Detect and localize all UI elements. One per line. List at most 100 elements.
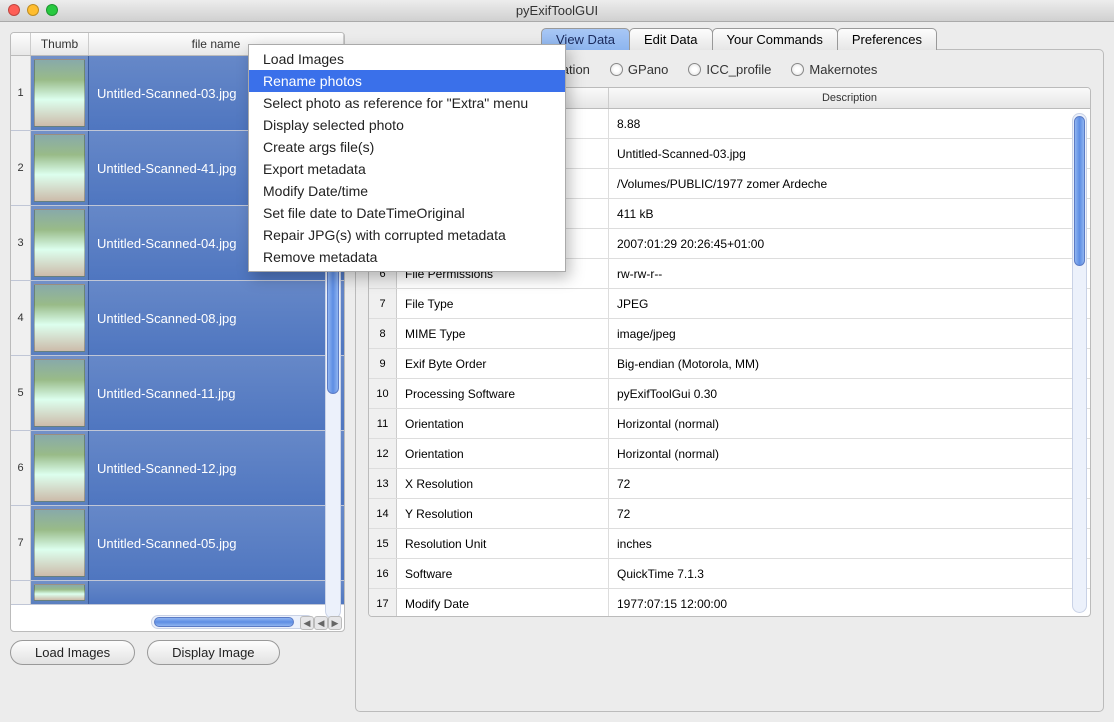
file-row[interactable]: 6 Untitled-Scanned-12.jpg <box>11 431 344 506</box>
load-images-button[interactable]: Load Images <box>10 640 135 665</box>
thumbnail-image <box>34 59 85 127</box>
data-row-param[interactable]: Software <box>397 559 609 588</box>
file-header-thumb[interactable]: Thumb <box>31 33 89 55</box>
data-row[interactable]: 8MIME Typeimage/jpeg <box>369 319 1090 349</box>
menu-item-rename-photos[interactable]: Rename photos <box>249 70 565 92</box>
thumbnail-image <box>34 209 85 277</box>
data-row-desc[interactable]: 8.88 <box>609 109 1090 138</box>
file-row[interactable]: 5 Untitled-Scanned-11.jpg <box>11 356 344 431</box>
data-row-desc[interactable]: image/jpeg <box>609 319 1090 348</box>
menu-item-modify-date-time[interactable]: Modify Date/time <box>249 180 565 202</box>
file-header-index <box>11 33 31 55</box>
data-row-param[interactable]: Modify Date <box>397 589 609 617</box>
file-row-index: 5 <box>11 356 31 430</box>
data-row[interactable]: 15Resolution Unitinches <box>369 529 1090 559</box>
close-icon[interactable] <box>8 4 20 16</box>
file-thumbnail[interactable] <box>31 56 89 130</box>
file-thumbnail[interactable] <box>31 431 89 505</box>
data-row-param[interactable]: Exif Byte Order <box>397 349 609 378</box>
data-row-desc[interactable]: inches <box>609 529 1090 558</box>
menu-item-create-args-file-s[interactable]: Create args file(s) <box>249 136 565 158</box>
scroll-left-icon[interactable]: ◀ <box>300 616 314 630</box>
data-row-param[interactable]: X Resolution <box>397 469 609 498</box>
menu-item-display-selected-photo[interactable]: Display selected photo <box>249 114 565 136</box>
file-thumbnail[interactable] <box>31 206 89 280</box>
file-row[interactable]: 4Untitled-Scanned-08.jpg <box>11 281 344 356</box>
file-table-hscroll[interactable] <box>151 615 314 629</box>
menu-item-load-images[interactable]: Load Images <box>249 48 565 70</box>
tab-edit-data[interactable]: Edit Data <box>629 28 712 50</box>
tab-preferences[interactable]: Preferences <box>837 28 937 50</box>
thumbnail-image <box>34 509 85 577</box>
data-row-index: 9 <box>369 349 397 378</box>
file-name-cell[interactable]: Untitled-Scanned-05.jpg <box>89 506 344 580</box>
scroll-left-icon[interactable]: ◀ <box>314 616 328 630</box>
data-row-param[interactable]: MIME Type <box>397 319 609 348</box>
radio-gpano[interactable]: GPano <box>610 62 668 77</box>
context-menu[interactable]: Load ImagesRename photosSelect photo as … <box>248 44 566 272</box>
data-row-desc[interactable]: 72 <box>609 499 1090 528</box>
data-row-param[interactable]: Orientation <box>397 439 609 468</box>
file-thumbnail[interactable] <box>31 356 89 430</box>
data-row-index: 11 <box>369 409 397 438</box>
data-row-param[interactable]: Processing Software <box>397 379 609 408</box>
data-row-desc[interactable]: QuickTime 7.1.3 <box>609 559 1090 588</box>
data-row-param[interactable]: Y Resolution <box>397 499 609 528</box>
file-row-index: 7 <box>11 506 31 580</box>
data-row[interactable]: 9Exif Byte OrderBig-endian (Motorola, MM… <box>369 349 1090 379</box>
menu-item-export-metadata[interactable]: Export metadata <box>249 158 565 180</box>
radio-makernotes[interactable]: Makernotes <box>791 62 877 77</box>
file-row-index: 3 <box>11 206 31 280</box>
data-row[interactable]: 10Processing SoftwarepyExifToolGui 0.30 <box>369 379 1090 409</box>
tab-your-commands[interactable]: Your Commands <box>712 28 838 50</box>
data-row-desc[interactable]: 2007:01:29 20:26:45+01:00 <box>609 229 1090 258</box>
minimize-icon[interactable] <box>27 4 39 16</box>
data-table-vscroll[interactable] <box>1072 113 1087 613</box>
data-row[interactable]: 13X Resolution72 <box>369 469 1090 499</box>
data-row[interactable]: 7File TypeJPEG <box>369 289 1090 319</box>
data-row-desc[interactable]: /Volumes/PUBLIC/1977 zomer Ardeche <box>609 169 1090 198</box>
file-name-cell[interactable]: Untitled-Scanned-08.jpg <box>89 281 344 355</box>
data-row-desc[interactable]: rw-rw-r-- <box>609 259 1090 288</box>
data-row[interactable]: 16SoftwareQuickTime 7.1.3 <box>369 559 1090 589</box>
menu-item-select-photo-as-reference-for-extra-menu[interactable]: Select photo as reference for "Extra" me… <box>249 92 565 114</box>
data-row-desc[interactable]: Big-endian (Motorola, MM) <box>609 349 1090 378</box>
file-name-cell[interactable]: Untitled-Scanned-12.jpg <box>89 431 344 505</box>
file-row[interactable]: 7 Untitled-Scanned-05.jpg <box>11 506 344 581</box>
file-row-index: 1 <box>11 56 31 130</box>
file-thumbnail[interactable] <box>31 506 89 580</box>
scroll-thumb[interactable] <box>1074 116 1085 266</box>
file-thumbnail[interactable] <box>31 281 89 355</box>
data-row-index: 14 <box>369 499 397 528</box>
radio-icc-profile[interactable]: ICC_profile <box>688 62 771 77</box>
data-row[interactable]: 11OrientationHorizontal (normal) <box>369 409 1090 439</box>
file-name-cell[interactable]: Untitled-Scanned-11.jpg <box>89 356 344 430</box>
data-row-desc[interactable]: pyExifToolGui 0.30 <box>609 379 1090 408</box>
menu-item-set-file-date-to-datetimeoriginal[interactable]: Set file date to DateTimeOriginal <box>249 202 565 224</box>
data-row-desc[interactable]: 72 <box>609 469 1090 498</box>
file-row[interactable] <box>11 581 344 605</box>
data-row-desc[interactable]: Horizontal (normal) <box>609 439 1090 468</box>
zoom-icon[interactable] <box>46 4 58 16</box>
data-row-desc[interactable]: Horizontal (normal) <box>609 409 1090 438</box>
data-row[interactable]: 14Y Resolution72 <box>369 499 1090 529</box>
data-row-param[interactable]: Orientation <box>397 409 609 438</box>
data-row-param[interactable]: File Type <box>397 289 609 318</box>
file-thumbnail[interactable] <box>31 131 89 205</box>
window-title: pyExifToolGUI <box>0 0 1114 22</box>
data-row-desc[interactable]: 1977:07:15 12:00:00 <box>609 589 1090 617</box>
data-row-param[interactable]: Resolution Unit <box>397 529 609 558</box>
scroll-right-icon[interactable]: ▶ <box>328 616 342 630</box>
scroll-thumb[interactable] <box>154 617 294 627</box>
file-row-index: 6 <box>11 431 31 505</box>
data-row[interactable]: 17Modify Date1977:07:15 12:00:00 <box>369 589 1090 617</box>
menu-item-repair-jpg-s-with-corrupted-metadata[interactable]: Repair JPG(s) with corrupted metadata <box>249 224 565 246</box>
menu-item-remove-metadata[interactable]: Remove metadata <box>249 246 565 268</box>
data-row-desc[interactable]: JPEG <box>609 289 1090 318</box>
display-image-button[interactable]: Display Image <box>147 640 279 665</box>
data-header-description[interactable]: Description <box>609 88 1090 108</box>
data-row[interactable]: 12OrientationHorizontal (normal) <box>369 439 1090 469</box>
data-row-desc[interactable]: 411 kB <box>609 199 1090 228</box>
data-row-desc[interactable]: Untitled-Scanned-03.jpg <box>609 139 1090 168</box>
radio-label: ICC_profile <box>706 62 771 77</box>
